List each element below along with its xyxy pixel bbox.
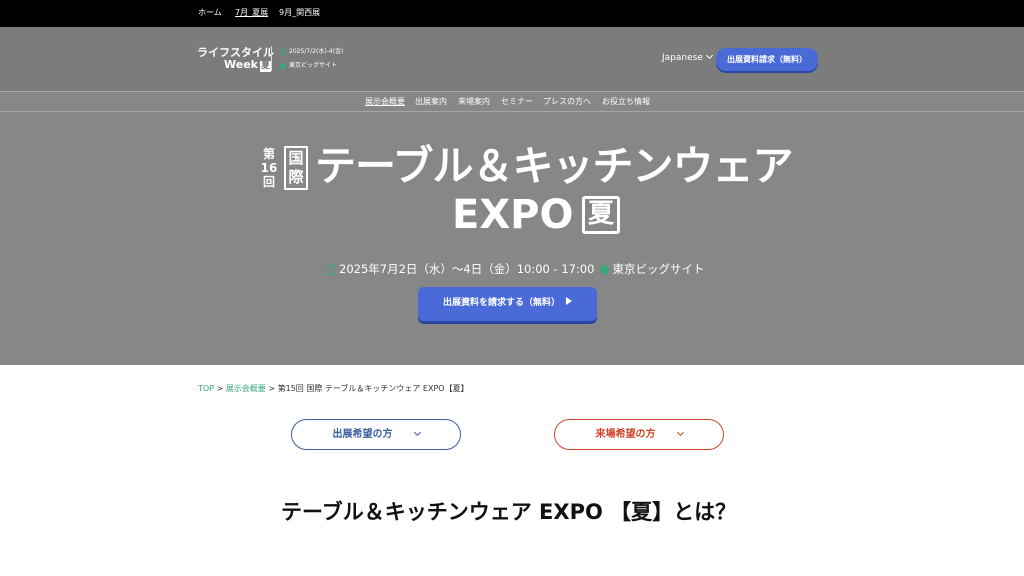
nav-divider-top <box>0 91 1024 92</box>
hero-venue-text: 東京ビッグサイト <box>612 262 705 276</box>
lifestyle-week-logo[interactable]: ライフスタイル Week 夏 <box>197 47 274 72</box>
chevron-down-icon <box>413 428 421 437</box>
location-pin-icon <box>278 61 288 70</box>
chevron-down-icon <box>705 51 713 60</box>
hero-date-venue: 2025年7月2日（水）～4日（金）10:00 - 17:00 東京ビッグサイト <box>326 261 704 277</box>
header-event-venue: 東京ビッグサイト <box>278 61 338 70</box>
topnav-september-kansai-link[interactable]: 9月_関西展 <box>279 7 320 19</box>
topnav-home-link[interactable]: ホーム <box>198 7 222 19</box>
nav-item-visit-info[interactable]: 来場案内 <box>458 96 490 107</box>
cta-label: 出展資料を請求する（無料） <box>442 298 560 308</box>
request-materials-button[interactable]: 出展資料請求（無料） <box>716 48 818 71</box>
edition-prefix: 第 <box>262 147 275 161</box>
visitor-label: 来場希望の方 <box>595 429 656 440</box>
top-bar: ホーム 7月_夏展 9月_関西展 <box>0 0 1024 27</box>
header-venue-text: 東京ビッグサイト <box>289 62 338 69</box>
hero-date-text: 2025年7月2日（水）～4日（金）10:00 - 17:00 <box>339 262 595 276</box>
international-badge: 国 際 <box>284 146 308 190</box>
edition-number: 16 <box>260 161 278 175</box>
logo-season-badge: 夏 <box>259 61 271 72</box>
intl-char-1: 国 <box>288 149 304 167</box>
logo-text-line2: Week <box>224 58 258 71</box>
chevron-down-icon <box>676 428 684 437</box>
breadcrumb-top-link[interactable]: TOP <box>198 384 214 393</box>
hero-title-line1: テーブル＆キッチンウェア <box>315 142 794 190</box>
breadcrumb-separator: > <box>214 384 226 393</box>
edition-badge: 第 16 回 <box>259 147 279 189</box>
section-heading: テーブル＆キッチンウェア EXPO 【夏】とは？ <box>281 500 737 524</box>
location-pin-icon <box>598 263 612 276</box>
intl-char-2: 際 <box>288 168 304 186</box>
breadcrumb-separator: > <box>265 384 278 393</box>
request-materials-cta-button[interactable]: 出展資料を請求する（無料） <box>418 287 597 321</box>
hero-title-line2: EXPO <box>452 192 574 238</box>
topnav-july-summer-link[interactable]: 7月_夏展 <box>235 7 268 19</box>
visitor-dropdown-button[interactable]: 来場希望の方 <box>554 419 724 450</box>
header-event-date: 2025/7/2(水)-4(金) <box>280 47 343 56</box>
breadcrumb: TOP > 展示会概要 > 第15回 国際 テーブル＆キッチンウェア EXPO【… <box>198 383 469 394</box>
play-arrow-icon <box>566 297 572 305</box>
exhibitor-dropdown-button[interactable]: 出展希望の方 <box>291 419 461 450</box>
site-header <box>0 27 1024 91</box>
language-selector[interactable]: Japanese <box>662 51 713 65</box>
breadcrumb-overview-link[interactable]: 展示会概要 <box>226 384 266 393</box>
hero-season-badge: 夏 <box>582 196 620 234</box>
logo-divider <box>271 46 272 71</box>
nav-item-overview[interactable]: 展示会概要 <box>365 96 405 107</box>
exhibitor-label: 出展希望の方 <box>332 429 393 440</box>
edition-suffix: 回 <box>262 175 275 189</box>
language-label: Japanese <box>662 53 703 63</box>
nav-item-seminars[interactable]: セミナー <box>501 96 533 107</box>
header-date-text: 2025/7/2(水)-4(金) <box>289 48 344 55</box>
nav-item-exhibit-info[interactable]: 出展案内 <box>415 96 447 107</box>
nav-item-press[interactable]: プレスの方へ <box>543 96 591 107</box>
calendar-icon <box>280 48 286 55</box>
calendar-icon <box>326 264 336 275</box>
nav-divider-bottom <box>0 111 1024 112</box>
nav-item-useful-info[interactable]: お役立ち情報 <box>602 96 650 107</box>
breadcrumb-current: 第15回 国際 テーブル＆キッチンウェア EXPO【夏】 <box>277 384 469 393</box>
page: ホーム 7月_夏展 9月_関西展 ライフスタイル Week 夏 2025/7/2(… <box>0 0 1024 576</box>
